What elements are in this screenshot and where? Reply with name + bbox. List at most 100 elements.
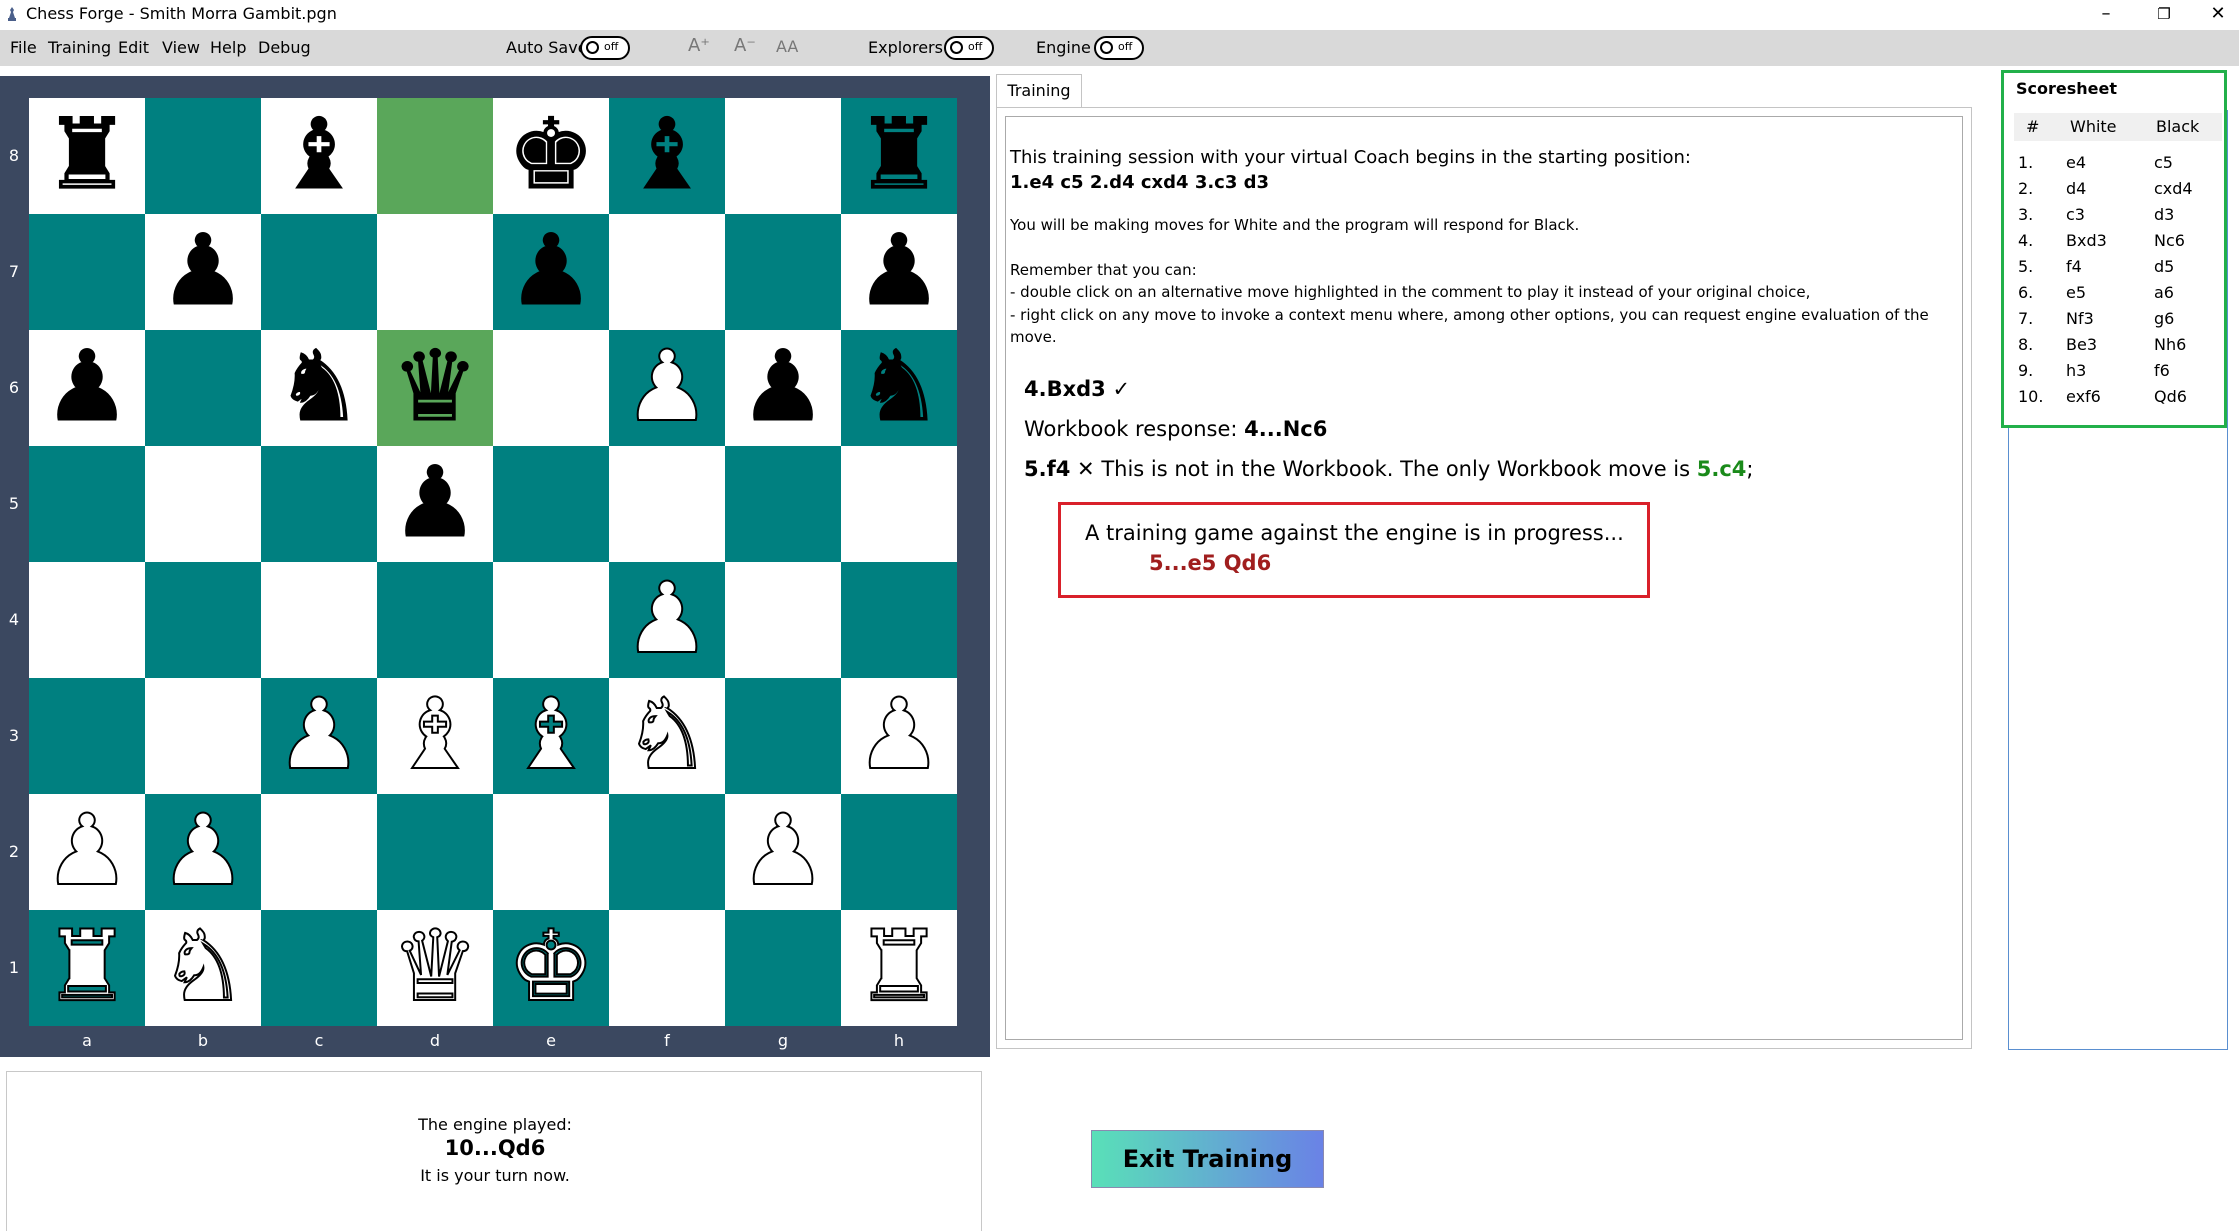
black-move[interactable]: Nc6 — [2154, 231, 2185, 250]
user-move[interactable]: 4.Bxd3 — [1024, 377, 1106, 401]
black-rook-h8[interactable]: ♜ — [841, 98, 957, 214]
black-pawn-g6[interactable]: ♟ — [725, 330, 841, 446]
square-e2[interactable] — [493, 794, 609, 910]
square-d8[interactable] — [377, 98, 493, 214]
square-a4[interactable] — [29, 562, 145, 678]
square-c2[interactable] — [261, 794, 377, 910]
white-rook-a1[interactable]: ♜ — [29, 909, 145, 1026]
white-bishop-d3[interactable]: ♝ — [377, 677, 493, 794]
square-e5[interactable] — [493, 446, 609, 562]
menu-file[interactable]: File — [10, 38, 37, 57]
square-g3[interactable] — [725, 678, 841, 794]
white-pawn-c3[interactable]: ♟ — [261, 677, 377, 794]
tab-training[interactable]: Training — [996, 74, 1082, 108]
black-pawn-d5[interactable]: ♟ — [377, 446, 493, 562]
black-move[interactable]: Qd6 — [2154, 387, 2187, 406]
square-g7[interactable] — [725, 214, 841, 330]
user-move-2[interactable]: 5.f4 — [1024, 457, 1070, 481]
square-c4[interactable] — [261, 562, 377, 678]
black-move[interactable]: a6 — [2154, 283, 2174, 302]
square-f7[interactable] — [609, 214, 725, 330]
square-g4[interactable] — [725, 562, 841, 678]
square-b4[interactable] — [145, 562, 261, 678]
white-move[interactable]: c3 — [2066, 205, 2085, 224]
white-move[interactable]: Bxd3 — [2066, 231, 2107, 250]
square-g5[interactable] — [725, 446, 841, 562]
black-pawn-e7[interactable]: ♟ — [493, 214, 609, 330]
black-bishop-f8[interactable]: ♝ — [609, 98, 725, 214]
menu-training[interactable]: Training — [48, 38, 111, 57]
square-h5[interactable] — [841, 446, 957, 562]
menu-edit[interactable]: Edit — [118, 38, 149, 57]
square-c7[interactable] — [261, 214, 377, 330]
exit-training-button[interactable]: Exit Training — [1091, 1130, 1324, 1188]
square-a7[interactable] — [29, 214, 145, 330]
black-rook-a8[interactable]: ♜ — [29, 98, 145, 214]
menu-debug[interactable]: Debug — [258, 38, 311, 57]
square-g1[interactable] — [725, 910, 841, 1026]
square-e4[interactable] — [493, 562, 609, 678]
white-pawn-f4[interactable]: ♟ — [609, 561, 725, 678]
close-button[interactable]: ✕ — [2190, 0, 2239, 30]
black-move[interactable]: c5 — [2154, 153, 2173, 172]
square-f1[interactable] — [609, 910, 725, 1026]
white-move[interactable]: h3 — [2066, 361, 2086, 380]
white-knight-b1[interactable]: ♞ — [145, 909, 261, 1026]
square-f2[interactable] — [609, 794, 725, 910]
menu-help[interactable]: Help — [210, 38, 246, 57]
font-increase-button[interactable]: A⁺ — [688, 35, 710, 61]
restore-button[interactable]: ❐ — [2136, 0, 2192, 30]
black-pawn-a6[interactable]: ♟ — [29, 330, 145, 446]
white-pawn-a2[interactable]: ♟ — [29, 793, 145, 910]
white-pawn-f6[interactable]: ♟ — [609, 329, 725, 446]
black-move[interactable]: f6 — [2154, 361, 2170, 380]
white-rook-h1[interactable]: ♜ — [841, 909, 957, 1026]
square-a5[interactable] — [29, 446, 145, 562]
white-pawn-h3[interactable]: ♟ — [841, 677, 957, 794]
font-decrease-button[interactable]: A⁻ — [734, 35, 756, 61]
explorers-toggle[interactable]: off — [944, 36, 994, 60]
engine-game-moves[interactable]: 5...e5 Qd6 — [1149, 551, 1271, 575]
square-g8[interactable] — [725, 98, 841, 214]
white-move[interactable]: e4 — [2066, 153, 2086, 172]
menu-view[interactable]: View — [162, 38, 200, 57]
black-move[interactable]: cxd4 — [2154, 179, 2193, 198]
black-king-e8[interactable]: ♚ — [493, 98, 609, 214]
workbook-response-move[interactable]: 4...Nc6 — [1244, 417, 1327, 441]
square-b5[interactable] — [145, 446, 261, 562]
white-pawn-b2[interactable]: ♟ — [145, 793, 261, 910]
minimize-button[interactable]: – — [2078, 0, 2134, 30]
square-e6[interactable] — [493, 330, 609, 446]
workbook-alternative-move[interactable]: 5.c4 — [1697, 457, 1747, 481]
square-c5[interactable] — [261, 446, 377, 562]
black-move[interactable]: d3 — [2154, 205, 2174, 224]
white-queen-d1[interactable]: ♛ — [377, 909, 493, 1026]
white-pawn-g2[interactable]: ♟ — [725, 793, 841, 910]
white-move[interactable]: exf6 — [2066, 387, 2101, 406]
square-b6[interactable] — [145, 330, 261, 446]
black-bishop-c8[interactable]: ♝ — [261, 98, 377, 214]
auto-save-toggle[interactable]: off — [580, 36, 630, 60]
black-move[interactable]: d5 — [2154, 257, 2174, 276]
white-move[interactable]: Nf3 — [2066, 309, 2094, 328]
white-move[interactable]: f4 — [2066, 257, 2082, 276]
black-move[interactable]: g6 — [2154, 309, 2174, 328]
square-d2[interactable] — [377, 794, 493, 910]
black-pawn-b7[interactable]: ♟ — [145, 214, 261, 330]
white-knight-f3[interactable]: ♞ — [609, 677, 725, 794]
white-move[interactable]: e5 — [2066, 283, 2086, 302]
square-c1[interactable] — [261, 910, 377, 1026]
black-knight-c6[interactable]: ♞ — [261, 330, 377, 446]
white-king-e1[interactable]: ♚ — [493, 909, 609, 1026]
square-d7[interactable] — [377, 214, 493, 330]
white-bishop-e3[interactable]: ♝ — [493, 677, 609, 794]
square-a3[interactable] — [29, 678, 145, 794]
black-queen-d6[interactable]: ♛ — [377, 330, 493, 446]
white-move[interactable]: d4 — [2066, 179, 2086, 198]
white-move[interactable]: Be3 — [2066, 335, 2097, 354]
square-d4[interactable] — [377, 562, 493, 678]
font-reset-button[interactable]: AA — [776, 37, 798, 63]
square-h2[interactable] — [841, 794, 957, 910]
black-pawn-h7[interactable]: ♟ — [841, 214, 957, 330]
square-b3[interactable] — [145, 678, 261, 794]
